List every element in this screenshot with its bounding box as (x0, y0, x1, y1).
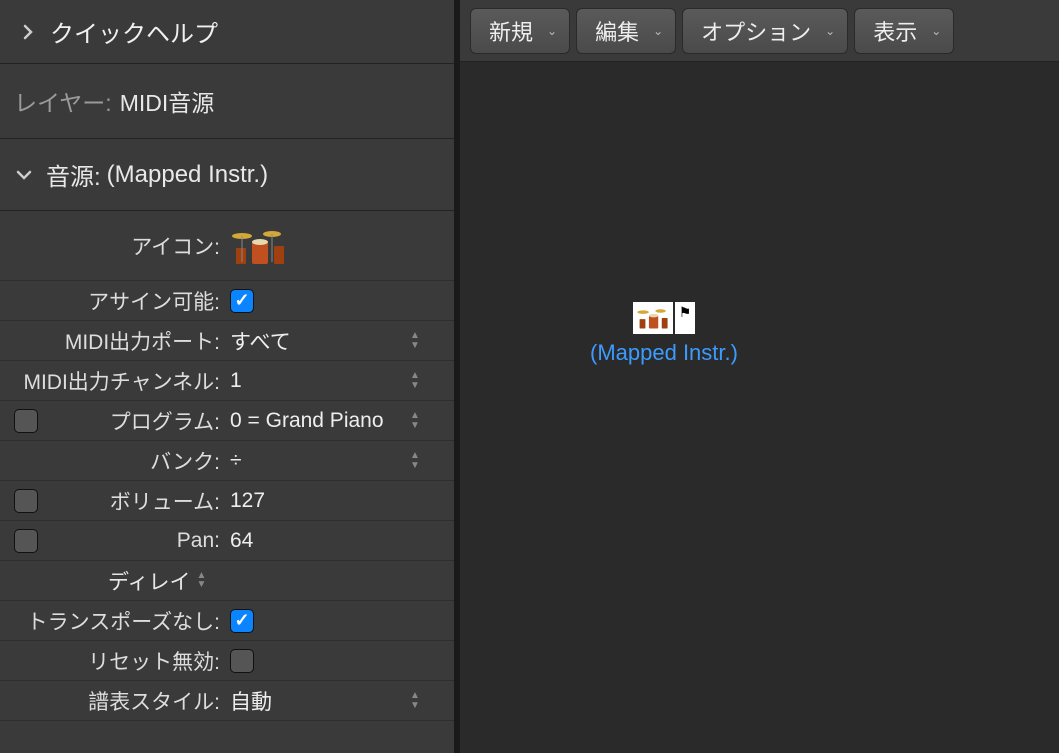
environment-canvas[interactable]: ⚑ (Mapped Instr.) (460, 62, 1059, 753)
param-assignable: アサイン可能: (0, 281, 454, 321)
mapped-instrument-object[interactable]: ⚑ (Mapped Instr.) (590, 302, 738, 366)
param-reset-disable: リセット無効: (0, 641, 454, 681)
stepper-icon[interactable]: ▲▼ (410, 372, 428, 390)
stepper-icon[interactable]: ▲▼ (410, 412, 428, 430)
volume-enable-checkbox[interactable] (14, 489, 38, 513)
chevron-right-icon (14, 18, 42, 46)
layer-value[interactable]: MIDI音源 (120, 84, 215, 118)
assignable-label: アサイン可能: (44, 286, 230, 316)
program-label: プログラム: (44, 406, 230, 436)
quickhelp-title: クイックヘルプ (50, 14, 218, 49)
workspace: 新規 ⌄ 編集 ⌄ オプション ⌄ 表示 ⌄ (460, 0, 1059, 753)
chevron-down-icon: ⌄ (931, 24, 941, 38)
stepper-icon[interactable]: ▲▼ (410, 452, 428, 470)
view-button[interactable]: 表示 ⌄ (854, 8, 954, 54)
program-enable-checkbox[interactable] (14, 409, 38, 433)
midi-port-label: MIDI出力ポート: (44, 326, 230, 356)
assignable-checkbox[interactable] (230, 289, 254, 313)
staff-style-label: 譜表スタイル: (44, 686, 230, 716)
new-button[interactable]: 新規 ⌄ (470, 8, 570, 54)
param-volume: ボリューム: 127 (0, 481, 454, 521)
midi-channel-label: MIDI出力チャンネル: (8, 366, 230, 396)
instrument-header[interactable]: 音源: (Mapped Instr.) (0, 139, 454, 211)
stepper-icon[interactable]: ▲▼ (410, 692, 428, 710)
pan-label: Pan: (44, 529, 230, 553)
param-delay[interactable]: ディレイ ▲▼ (0, 561, 454, 601)
pan-value[interactable]: 64 (230, 529, 446, 553)
stepper-icon[interactable]: ▲▼ (410, 332, 428, 350)
instrument-value: (Mapped Instr.) (107, 161, 268, 189)
layer-row: レイヤー: MIDI音源 (0, 64, 454, 139)
param-staff-style: 譜表スタイル: 自動 ▲▼ (0, 681, 454, 721)
reset-disable-checkbox[interactable] (230, 649, 254, 673)
quickhelp-header[interactable]: クイックヘルプ (0, 0, 454, 64)
object-flag-icon: ⚑ (675, 302, 695, 334)
bank-value[interactable]: ÷ ▲▼ (230, 449, 446, 473)
param-midi-channel: MIDI出力チャンネル: 1 ▲▼ (0, 361, 454, 401)
options-button[interactable]: オプション ⌄ (682, 8, 848, 54)
param-icon: アイコン: (0, 211, 454, 281)
layer-label: レイヤー: (14, 84, 112, 118)
inspector-panel: クイックヘルプ レイヤー: MIDI音源 音源: (Mapped Instr.)… (0, 0, 460, 753)
param-pan: Pan: 64 (0, 521, 454, 561)
param-bank: バンク: ÷ ▲▼ (0, 441, 454, 481)
midi-port-value[interactable]: すべて ▲▼ (230, 326, 446, 356)
stepper-icon[interactable]: ▲▼ (197, 572, 207, 589)
no-transpose-checkbox[interactable] (230, 609, 254, 633)
midi-channel-value[interactable]: 1 ▲▼ (230, 369, 446, 393)
param-program: プログラム: 0 = Grand Piano ▲▼ (0, 401, 454, 441)
param-midi-port: MIDI出力ポート: すべて ▲▼ (0, 321, 454, 361)
bank-label: バンク: (44, 446, 230, 476)
volume-value[interactable]: 127 (230, 489, 446, 513)
no-transpose-label: トランスポーズなし: (8, 606, 230, 636)
chevron-down-icon: ⌄ (547, 24, 557, 38)
reset-disable-label: リセット無効: (44, 646, 230, 676)
staff-style-value[interactable]: 自動 ▲▼ (230, 686, 446, 716)
icon-label: アイコン: (44, 231, 230, 261)
param-no-transpose: トランスポーズなし: (0, 601, 454, 641)
drumkit-icon (230, 222, 288, 270)
edit-button[interactable]: 編集 ⌄ (576, 8, 676, 54)
chevron-down-icon: ⌄ (825, 24, 835, 38)
object-label: (Mapped Instr.) (590, 340, 738, 366)
toolbar: 新規 ⌄ 編集 ⌄ オプション ⌄ 表示 ⌄ (460, 0, 1059, 62)
icon-value[interactable] (230, 222, 446, 270)
instrument-label: 音源: (46, 157, 101, 192)
volume-label: ボリューム: (44, 486, 230, 516)
chevron-down-icon (10, 161, 38, 189)
program-value[interactable]: 0 = Grand Piano ▲▼ (230, 409, 446, 433)
delay-label: ディレイ (108, 566, 191, 596)
params-list: アイコン: アサイン可能: (0, 211, 454, 721)
chevron-down-icon: ⌄ (653, 24, 663, 38)
object-drumkit-icon (633, 302, 673, 334)
pan-enable-checkbox[interactable] (14, 529, 38, 553)
